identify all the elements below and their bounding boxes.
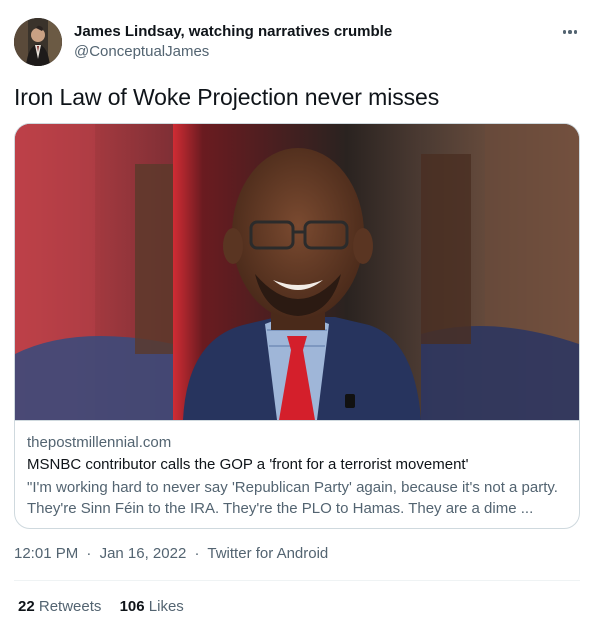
- tweet-date[interactable]: Jan 16, 2022: [100, 545, 187, 562]
- more-dot: [568, 30, 572, 34]
- tweet-source[interactable]: Twitter for Android: [207, 545, 328, 562]
- tweet: James Lindsay, watching narratives crumb…: [0, 0, 593, 634]
- likes-count: 106: [119, 598, 145, 615]
- likes-stat[interactable]: 106 Likes: [120, 598, 184, 615]
- more-dot: [562, 30, 567, 34]
- card-photo: [15, 124, 579, 420]
- card-body[interactable]: thepostmillennial.com MSNBC contributor …: [15, 420, 579, 528]
- card-title: MSNBC contributor calls the GOP a 'front…: [27, 456, 469, 473]
- tweet-header: James Lindsay, watching narratives crumb…: [14, 18, 580, 68]
- card-image[interactable]: [15, 124, 579, 420]
- card-description: "I'm working hard to never say 'Republic…: [27, 479, 558, 517]
- divider: [14, 580, 580, 581]
- meta-separator: ·: [86, 545, 92, 562]
- tweet-meta: 12:01 PM · Jan 16, 2022 · Twitter for An…: [14, 545, 328, 562]
- user-handle[interactable]: @ConceptualJames: [74, 43, 209, 60]
- link-card[interactable]: thepostmillennial.com MSNBC contributor …: [14, 123, 580, 529]
- retweets-count: 22: [18, 598, 35, 615]
- retweets-stat[interactable]: 22 Retweets: [18, 598, 101, 615]
- tweet-text: Iron Law of Woke Projection never misses: [14, 84, 440, 110]
- card-domain: thepostmillennial.com: [27, 434, 172, 451]
- display-name[interactable]: James Lindsay, watching narratives crumb…: [74, 23, 392, 40]
- tweet-stats: 22 Retweets 106 Likes: [18, 598, 198, 615]
- retweets-label: Retweets: [38, 598, 102, 615]
- avatar-image: [14, 18, 62, 66]
- tweet-time[interactable]: 12:01 PM: [14, 545, 78, 562]
- more-horizontal-icon[interactable]: [560, 22, 580, 42]
- more-dot: [573, 30, 578, 34]
- likes-label: Likes: [148, 598, 184, 615]
- avatar[interactable]: [14, 18, 62, 66]
- meta-separator: ·: [194, 545, 200, 562]
